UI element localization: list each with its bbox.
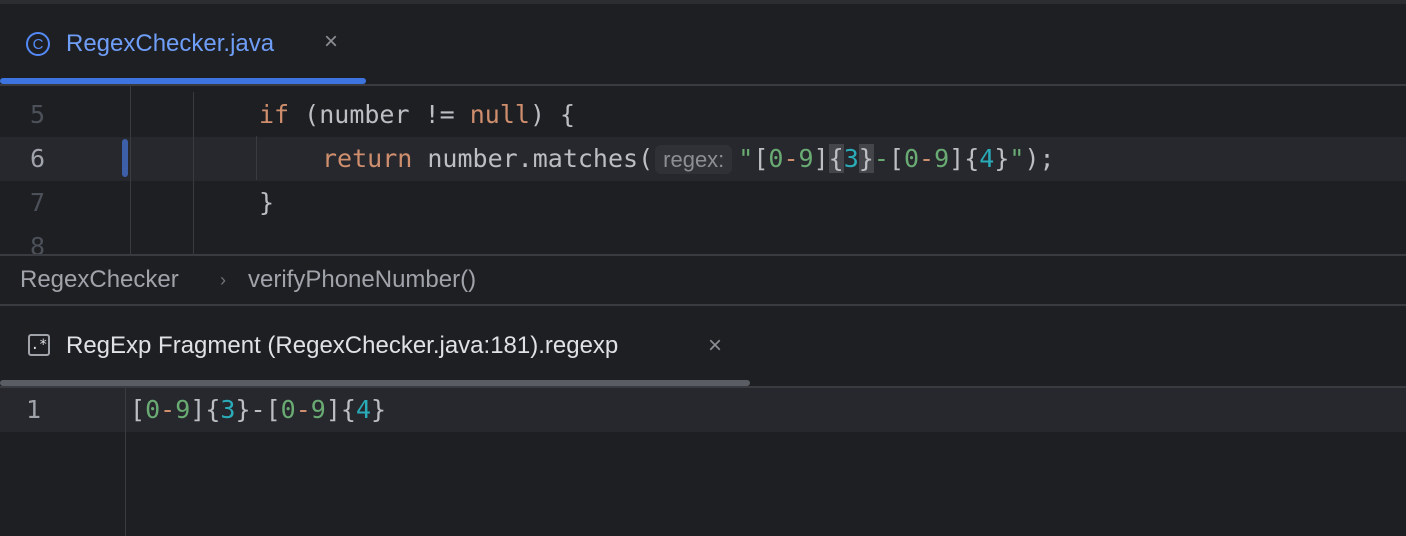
line-number: 5 (30, 100, 46, 129)
code-text: return number.matches(regex: "[0-9]{3}-[0… (322, 144, 1055, 174)
regexp-file-icon: .* (28, 334, 50, 356)
line-number: 1 (26, 395, 42, 424)
code-line: 8 (0, 225, 1406, 254)
tab-regexchecker-java[interactable]: C RegexChecker.java × (0, 4, 366, 84)
matched-brace: } (858, 144, 874, 173)
editor-tab-bar: C RegexChecker.java × (0, 4, 1406, 86)
breadcrumb-method[interactable]: verifyPhoneNumber() (248, 266, 476, 294)
regexp-text: [0-9]{3}-[0-9]{4} (130, 395, 387, 424)
matched-brace: { (828, 144, 844, 173)
fragment-code-line[interactable]: 1 [0-9]{3}-[0-9]{4} (0, 388, 1406, 432)
close-tab-icon[interactable]: × (324, 28, 338, 56)
code-line-current: 6 return number.matches(regex: "[0-9]{3}-… (0, 137, 1406, 181)
line-number: 6 (30, 144, 46, 173)
indent-guide (256, 136, 257, 180)
parameter-hint: regex: (655, 145, 733, 174)
code-line: 7 } (0, 181, 1406, 225)
code-editor[interactable]: 5 if (number != null) { 6 return number.… (0, 86, 1406, 254)
java-class-icon: C (26, 32, 50, 56)
gutter-divider (125, 388, 126, 536)
active-tab-indicator (0, 78, 366, 84)
breadcrumb-class[interactable]: RegexChecker (20, 266, 179, 294)
code-line: 5 if (number != null) { (0, 93, 1406, 137)
code-text: } (259, 188, 275, 217)
gutter-divider (130, 86, 131, 254)
vcs-change-marker[interactable] (122, 139, 128, 177)
tab-label: RegexChecker.java (66, 30, 275, 57)
tab-label: RegExp Fragment (RegexChecker.java:181).… (66, 332, 619, 359)
breadcrumb-separator: › (220, 270, 226, 290)
close-tab-icon[interactable]: × (708, 332, 722, 360)
breadcrumb: RegexChecker › verifyPhoneNumber() (0, 254, 1406, 306)
code-text: if (number != null) { (259, 100, 576, 129)
line-number: 7 (30, 188, 46, 217)
indent-guide (193, 92, 194, 254)
line-number: 8 (30, 232, 46, 254)
